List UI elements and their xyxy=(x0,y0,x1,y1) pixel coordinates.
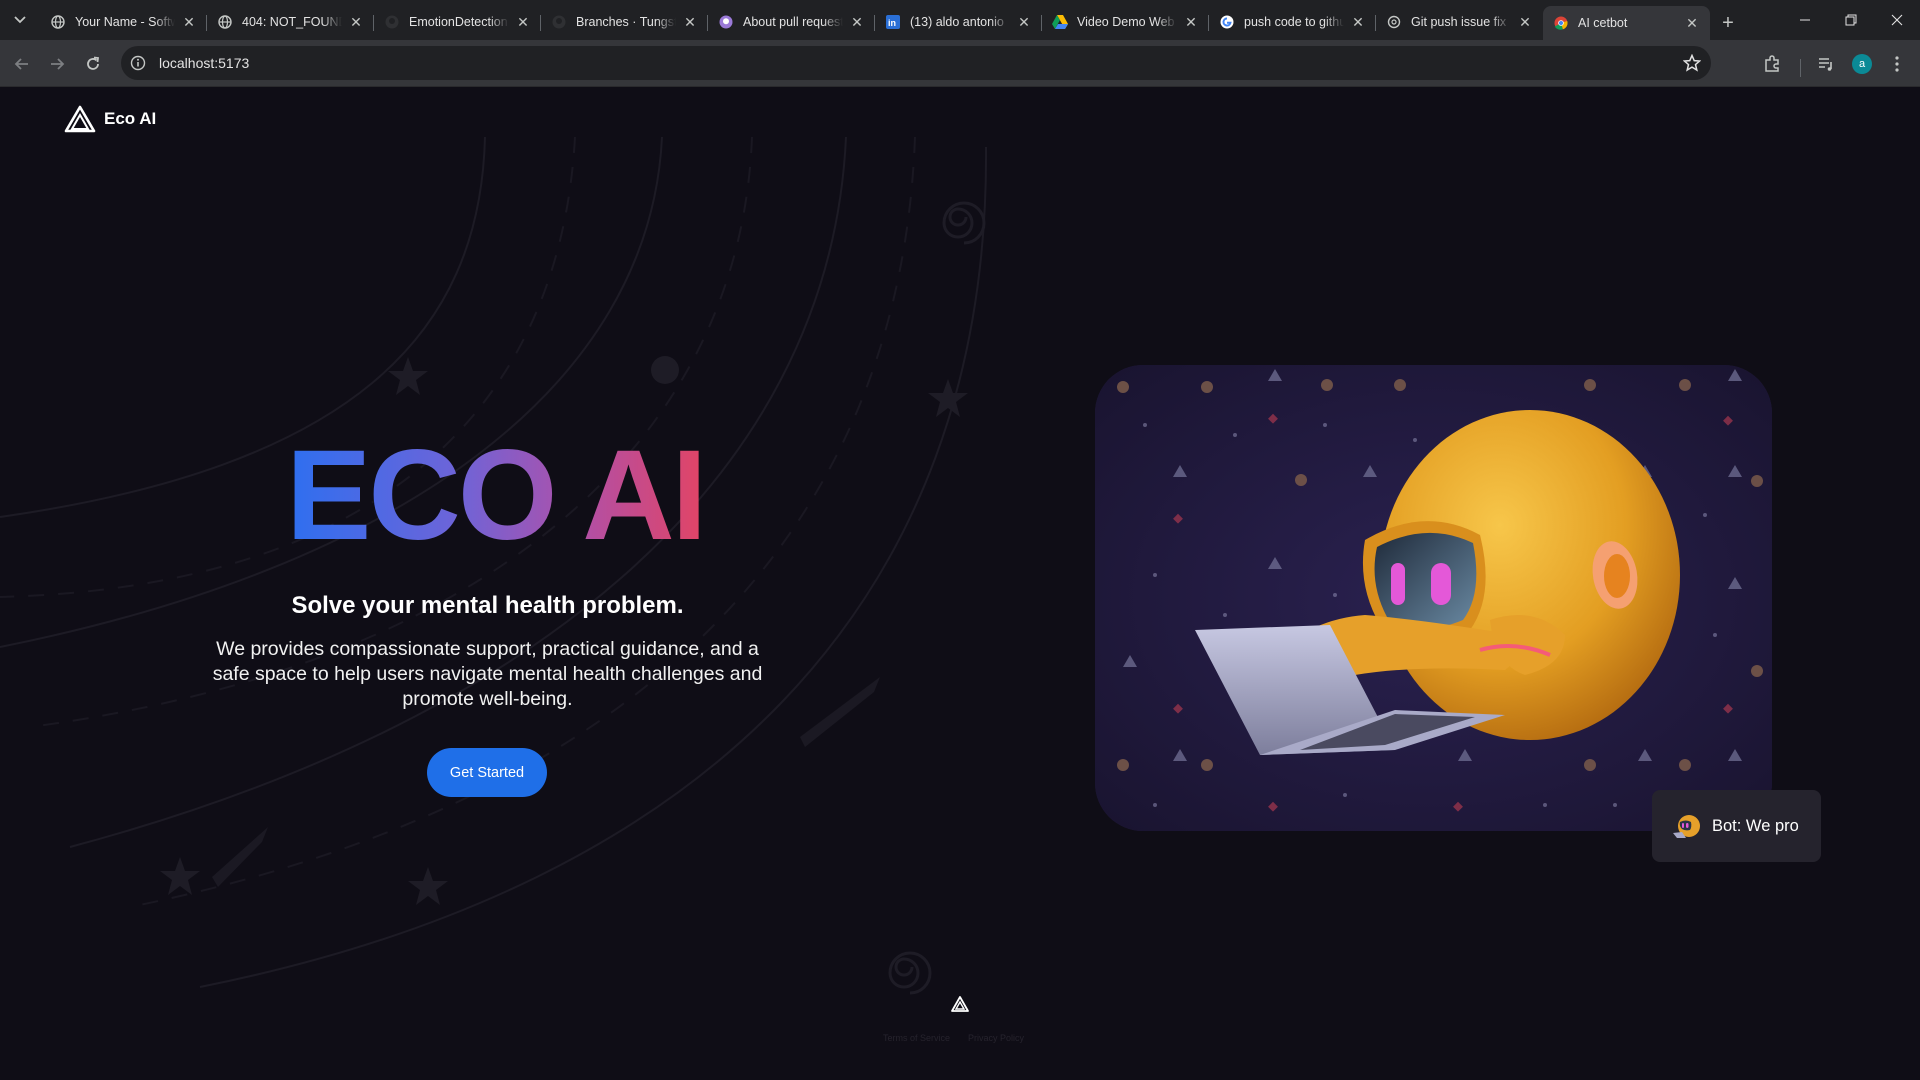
minimize-icon xyxy=(1800,19,1810,21)
tab-title: Video Demo Web xyxy=(1077,15,1175,29)
close-icon[interactable]: ✕ xyxy=(181,14,197,30)
reload-icon xyxy=(87,56,100,70)
url-text[interactable]: localhost:5173 xyxy=(159,55,249,71)
github-icon xyxy=(384,14,400,30)
tab-title: Git push issue fix xyxy=(1411,15,1507,29)
window-controls xyxy=(1782,0,1920,40)
tab-title: AI cetbot xyxy=(1578,16,1628,30)
site-info-icon[interactable] xyxy=(121,55,155,71)
extensions-button[interactable] xyxy=(1758,50,1786,78)
footer-logo[interactable] xyxy=(950,995,970,1018)
close-icon[interactable]: ✕ xyxy=(682,14,698,30)
get-started-button[interactable]: Get Started xyxy=(427,748,547,797)
close-icon[interactable]: ✕ xyxy=(849,14,865,30)
headline: Solve your mental health problem. xyxy=(291,592,684,619)
restore-icon xyxy=(1845,14,1857,26)
tab-push-code[interactable]: push code to github ✕ xyxy=(1209,6,1376,38)
browser-toolbar: localhost:5173 a xyxy=(0,40,1920,87)
profile-button[interactable]: a xyxy=(1848,50,1876,78)
chrome-icon xyxy=(1553,15,1569,31)
minimize-button[interactable] xyxy=(1782,0,1828,40)
linkedin-icon: in xyxy=(885,14,901,30)
tab-about-pull-requests[interactable]: About pull requests ✕ xyxy=(708,6,875,38)
hero-description: We provides compassionate support, pract… xyxy=(212,638,763,710)
footer-links: Terms of Service Privacy Policy xyxy=(883,1033,1024,1043)
close-icon[interactable]: ✕ xyxy=(1016,14,1032,30)
globe-icon xyxy=(217,14,233,30)
close-icon[interactable]: ✕ xyxy=(1183,14,1199,30)
close-icon[interactable]: ✕ xyxy=(1350,14,1366,30)
more-vertical-icon xyxy=(1895,56,1899,72)
tab-linkedin[interactable]: in (13) aldo antonio ✕ xyxy=(875,6,1042,38)
terms-link[interactable]: Terms of Service xyxy=(883,1033,950,1043)
media-queue-icon xyxy=(1819,58,1832,71)
robot-illustration xyxy=(1095,365,1772,831)
tab-title: (13) aldo antonio xyxy=(910,15,1004,29)
github-icon xyxy=(551,14,567,30)
robot-avatar-icon xyxy=(1673,815,1700,838)
tab-title: EmotionDetection xyxy=(409,15,508,29)
tab-emotion-detection[interactable]: EmotionDetection ✕ xyxy=(374,6,541,38)
arrow-right-icon xyxy=(51,58,65,70)
tab-404[interactable]: 404: NOT_FOUND ✕ xyxy=(207,6,374,38)
tab-title: push code to github xyxy=(1244,15,1344,29)
google-icon xyxy=(1219,14,1235,30)
privacy-link[interactable]: Privacy Policy xyxy=(968,1033,1024,1043)
puzzle-icon xyxy=(1765,55,1779,72)
tab-branches[interactable]: Branches · Tungsten ✕ xyxy=(541,6,708,38)
arrow-left-icon xyxy=(14,58,28,70)
tab-title: About pull requests xyxy=(743,15,843,29)
browser-tabstrip: Your Name - Software ✕ 404: NOT_FOUND ✕ … xyxy=(0,0,1920,40)
toolbar-divider xyxy=(1800,59,1801,77)
back-button[interactable] xyxy=(8,50,36,78)
google-drive-icon xyxy=(1052,14,1068,30)
chevron-down-icon xyxy=(14,16,26,24)
tab-search-button[interactable] xyxy=(6,8,34,32)
github-icon xyxy=(718,14,734,30)
bookmark-star-icon[interactable] xyxy=(1682,53,1702,77)
tab-title: Branches · Tungsten xyxy=(576,15,676,29)
close-icon[interactable]: ✕ xyxy=(1517,14,1533,30)
address-bar[interactable]: localhost:5173 xyxy=(121,46,1711,80)
forward-button[interactable] xyxy=(43,50,71,78)
tab-list: Your Name - Software ✕ 404: NOT_FOUND ✕ … xyxy=(40,4,1742,40)
brand-logo[interactable]: Eco AI xyxy=(64,105,156,133)
reload-button[interactable] xyxy=(79,50,107,78)
tab-your-name[interactable]: Your Name - Software ✕ xyxy=(40,6,207,38)
media-control-button[interactable] xyxy=(1812,50,1840,78)
tab-ai-cetbot[interactable]: AI cetbot ✕ xyxy=(1543,6,1710,40)
close-icon[interactable]: ✕ xyxy=(515,14,531,30)
brand-name: Eco AI xyxy=(104,109,157,128)
browser-menu-button[interactable] xyxy=(1883,50,1911,78)
close-icon[interactable]: ✕ xyxy=(348,14,364,30)
triangle-logo-icon xyxy=(64,105,96,133)
close-window-button[interactable] xyxy=(1874,0,1920,40)
svg-text:in: in xyxy=(888,18,896,28)
chatgpt-icon xyxy=(1386,14,1402,30)
new-tab-button[interactable]: + xyxy=(1714,10,1742,38)
tab-title: 404: NOT_FOUND xyxy=(242,15,342,29)
avatar: a xyxy=(1852,54,1872,74)
tab-video-demo[interactable]: Video Demo Web ✕ xyxy=(1042,6,1209,38)
triangle-logo-icon xyxy=(951,996,969,1012)
close-icon xyxy=(1891,14,1903,26)
page-content: Eco AI ECO AI Solve your mental health p… xyxy=(0,87,1920,1080)
restore-button[interactable] xyxy=(1828,0,1874,40)
hero-title: ECO AI xyxy=(286,432,716,560)
tab-title: Your Name - Software xyxy=(75,15,175,29)
globe-icon xyxy=(50,14,66,30)
bot-message-text: Bot: We pro xyxy=(1712,816,1799,835)
close-icon[interactable]: ✕ xyxy=(1684,15,1700,31)
tab-git-push-issue[interactable]: Git push issue fix ✕ xyxy=(1376,6,1543,38)
chatbot-toast[interactable]: Bot: We pro xyxy=(1652,790,1821,862)
